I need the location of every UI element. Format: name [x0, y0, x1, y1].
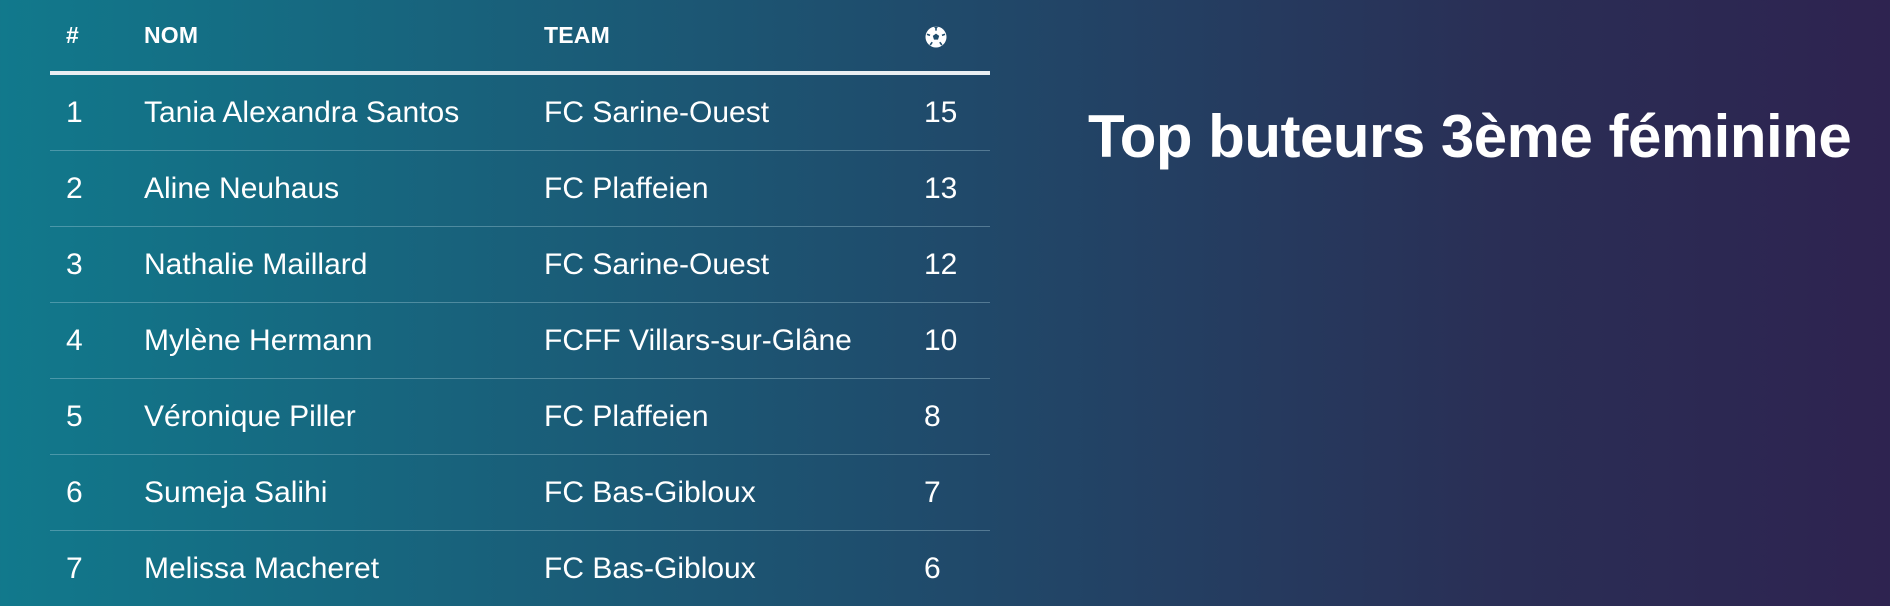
goals-cell: 12 — [924, 247, 958, 281]
table-row: 2 Aline Neuhaus FC Plaffeien 13 — [50, 151, 990, 227]
table-header: # NOM TEAM — [50, 0, 990, 75]
team-cell: FC Bas-Gibloux — [544, 475, 756, 509]
soccer-ball-icon — [924, 25, 948, 49]
name-cell: Nathalie Maillard — [144, 247, 368, 281]
table-row: 3 Nathalie Maillard FC Sarine-Ouest 12 — [50, 227, 990, 303]
rank-cell: 6 — [66, 475, 83, 509]
name-cell: Melissa Macheret — [144, 551, 380, 585]
name-cell: Mylène Hermann — [144, 323, 373, 357]
header-goals — [924, 22, 990, 49]
table-row: 6 Sumeja Salihi FC Bas-Gibloux 7 — [50, 455, 990, 531]
rank-cell: 5 — [66, 399, 83, 433]
table-row: 1 Tania Alexandra Santos FC Sarine-Ouest… — [50, 75, 990, 151]
page-title: Top buteurs 3ème féminine — [1088, 103, 1852, 170]
header-team: TEAM — [544, 22, 610, 48]
goals-cell: 10 — [924, 323, 958, 357]
goals-cell: 13 — [924, 171, 958, 205]
name-cell: Tania Alexandra Santos — [144, 95, 460, 129]
rank-cell: 3 — [66, 247, 83, 281]
team-cell: FC Sarine-Ouest — [544, 95, 770, 129]
table-row: 4 Mylène Hermann FCFF Villars-sur-Glâne … — [50, 303, 990, 379]
scorers-table: # NOM TEAM 1 Tania Alexandra Santos FC S… — [50, 0, 990, 606]
team-cell: FC Bas-Gibloux — [544, 551, 756, 585]
goals-cell: 8 — [924, 399, 941, 433]
rank-cell: 1 — [66, 95, 83, 129]
rank-cell: 2 — [66, 171, 83, 205]
team-cell: FC Plaffeien — [544, 171, 709, 205]
goals-cell: 7 — [924, 475, 941, 509]
header-rank: # — [66, 22, 79, 48]
rank-cell: 7 — [66, 551, 83, 585]
goals-cell: 6 — [924, 551, 941, 585]
name-cell: Aline Neuhaus — [144, 171, 340, 205]
team-cell: FC Plaffeien — [544, 399, 709, 433]
name-cell: Véronique Piller — [144, 399, 356, 433]
header-name: NOM — [144, 22, 199, 48]
rank-cell: 4 — [66, 323, 83, 357]
name-cell: Sumeja Salihi — [144, 475, 328, 509]
team-cell: FCFF Villars-sur-Glâne — [544, 323, 852, 357]
goals-cell: 15 — [924, 95, 958, 129]
team-cell: FC Sarine-Ouest — [544, 247, 770, 281]
table-row: 7 Melissa Macheret FC Bas-Gibloux 6 — [50, 531, 990, 606]
table-row: 5 Véronique Piller FC Plaffeien 8 — [50, 379, 990, 455]
